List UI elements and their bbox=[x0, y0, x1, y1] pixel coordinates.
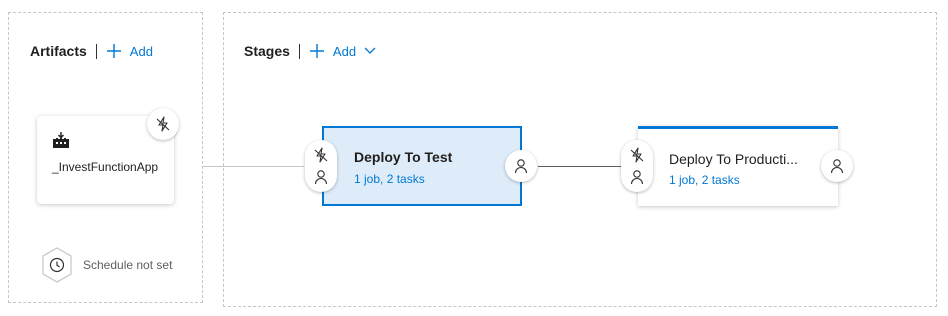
pre-deployment-conditions bbox=[305, 140, 337, 192]
post-deployment-approvers-button[interactable] bbox=[821, 150, 853, 182]
lightning-icon bbox=[314, 147, 328, 163]
artifacts-header: Artifacts Add bbox=[30, 39, 153, 63]
stage-card-deploy-to-test[interactable]: Deploy To Test 1 job, 2 tasks bbox=[322, 126, 522, 206]
stage-name: Deploy To Producti... bbox=[669, 151, 798, 167]
person-icon bbox=[630, 170, 644, 185]
chevron-down-icon bbox=[364, 47, 376, 54]
add-artifact-label: Add bbox=[129, 43, 153, 59]
add-stage-label: Add bbox=[332, 43, 357, 59]
artifact-name: _InvestFunctionApp bbox=[52, 160, 159, 174]
add-stage-button[interactable]: Add bbox=[309, 43, 384, 59]
person-icon bbox=[314, 170, 328, 185]
stage-card-deploy-to-production[interactable]: Deploy To Producti... 1 job, 2 tasks bbox=[638, 126, 838, 206]
clock-icon bbox=[42, 247, 72, 283]
stage-job-summary-link[interactable]: 1 job, 2 tasks bbox=[354, 172, 425, 186]
plus-icon bbox=[106, 44, 121, 58]
pre-deployment-trigger-button[interactable] bbox=[313, 147, 329, 163]
stage-name: Deploy To Test bbox=[354, 149, 453, 165]
person-icon bbox=[830, 159, 844, 174]
lightning-icon bbox=[630, 147, 644, 163]
lightning-icon bbox=[156, 116, 170, 132]
stages-header: Stages Add bbox=[244, 39, 384, 63]
add-artifact-button[interactable]: Add bbox=[106, 43, 153, 59]
pre-deployment-conditions bbox=[621, 140, 653, 192]
stages-title: Stages bbox=[244, 43, 290, 59]
build-pipeline-icon bbox=[52, 131, 70, 154]
stage-job-summary-link[interactable]: 1 job, 2 tasks bbox=[669, 173, 740, 187]
plus-icon bbox=[309, 44, 324, 58]
schedule-trigger[interactable]: Schedule not set bbox=[40, 246, 173, 284]
pre-deployment-approvers-button[interactable] bbox=[313, 169, 329, 185]
artifacts-title: Artifacts bbox=[30, 43, 87, 59]
header-divider bbox=[298, 43, 300, 59]
schedule-label: Schedule not set bbox=[83, 257, 173, 272]
artifact-to-stage-connector bbox=[203, 166, 304, 167]
post-deployment-approvers-button[interactable] bbox=[505, 150, 537, 182]
person-icon bbox=[514, 159, 528, 174]
pre-deployment-trigger-button[interactable] bbox=[629, 147, 645, 163]
stage-to-stage-connector bbox=[538, 166, 621, 167]
header-divider bbox=[95, 43, 97, 59]
continuous-deployment-trigger-button[interactable] bbox=[147, 108, 179, 140]
pre-deployment-approvers-button[interactable] bbox=[629, 169, 645, 185]
